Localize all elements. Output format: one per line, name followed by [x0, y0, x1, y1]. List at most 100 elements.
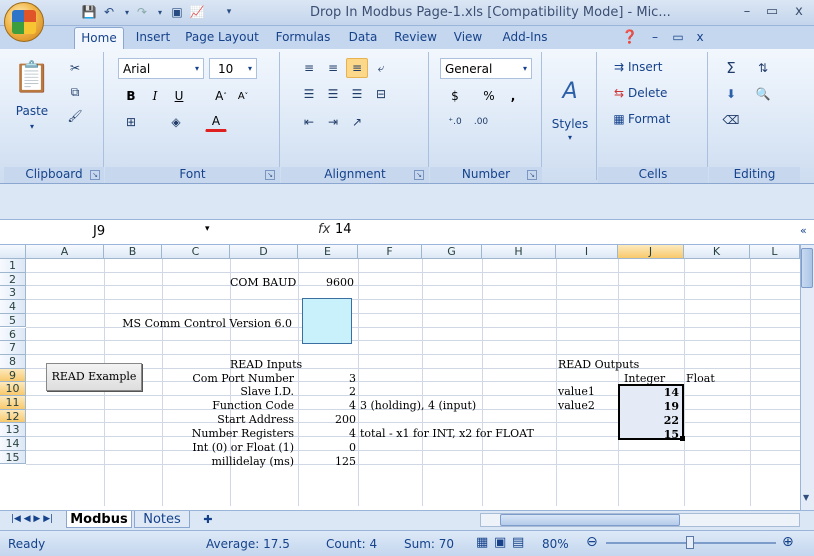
paste-button[interactable]: Paste [10, 102, 54, 120]
styles-icon[interactable]: A [550, 76, 590, 106]
underline-button[interactable]: U [168, 86, 190, 106]
font-name-dropdown-icon[interactable]: ▾ [190, 58, 204, 79]
autosum-icon[interactable]: Σ [720, 58, 742, 78]
cell-e11[interactable]: 200 [298, 413, 358, 426]
tab-data[interactable]: Data [343, 27, 383, 49]
cell-e2[interactable]: 9600 [326, 276, 358, 289]
page-layout-view-icon[interactable]: ▣ [494, 535, 506, 550]
row-header-12[interactable]: 12 [0, 409, 26, 424]
format-painter-icon[interactable]: 🖌 [64, 106, 86, 126]
clear-icon[interactable]: ⌫ [720, 110, 742, 130]
row-header-1[interactable]: 1 [0, 259, 26, 273]
close-icon[interactable]: x [788, 3, 810, 21]
minimize-icon[interactable]: – [736, 3, 758, 21]
column-header-d[interactable]: D [230, 245, 298, 259]
number-launcher-icon[interactable]: ↘ [527, 170, 537, 180]
ribbon-minimize-icon[interactable]: – [645, 27, 665, 49]
paste-dropdown-icon[interactable]: ▾ [10, 120, 54, 132]
clipboard-launcher-icon[interactable]: ↘ [90, 170, 100, 180]
comma-button[interactable]: , [502, 86, 524, 106]
tab-home[interactable]: Home [74, 27, 124, 49]
tab-review[interactable]: Review [388, 27, 443, 49]
column-header-h[interactable]: H [482, 245, 556, 259]
sheet-tab-notes[interactable]: Notes [134, 511, 190, 528]
alignment-launcher-icon[interactable]: ↘ [414, 170, 424, 180]
format-cells-icon[interactable]: ▦ [612, 110, 626, 128]
normal-view-icon[interactable]: ▦ [476, 535, 488, 550]
row-header-3[interactable]: 3 [0, 286, 26, 301]
undo-icon[interactable]: ↶ [100, 4, 118, 20]
cell-d7[interactable]: READ Inputs [230, 358, 302, 371]
cell-e10[interactable]: 4 [298, 399, 358, 412]
customize-qat-icon[interactable]: ▾ [220, 4, 238, 20]
bold-button[interactable]: B [120, 86, 142, 106]
row-header-15[interactable]: 15 [0, 450, 26, 465]
cell-d10[interactable]: Function Code [160, 399, 298, 412]
cell-e8[interactable]: 3 [298, 372, 358, 385]
cell-e9[interactable]: 2 [298, 385, 358, 398]
row-header-6[interactable]: 6 [0, 327, 26, 342]
font-color-icon[interactable]: A [205, 112, 227, 132]
cell-e14[interactable]: 125 [298, 455, 358, 468]
fill-color-icon[interactable]: ◈ [165, 112, 187, 132]
decrease-indent-icon[interactable]: ⇤ [298, 112, 320, 132]
form-icon[interactable]: ▣ [168, 4, 186, 20]
vertical-scroll-thumb[interactable] [801, 248, 813, 288]
name-box[interactable]: J9 [3, 220, 131, 243]
cell-d13[interactable]: Int (0) or Float (1) [130, 441, 298, 454]
cell-c5[interactable]: MS Comm Control Version 6.0 [80, 317, 298, 330]
zoom-slider-thumb[interactable] [686, 536, 694, 549]
column-header-l[interactable]: L [750, 245, 800, 259]
borders-icon[interactable]: ⊞ [120, 112, 142, 132]
scroll-down-icon[interactable]: ▼ [803, 493, 809, 502]
paste-icon[interactable]: 📋 [10, 55, 54, 100]
grow-font-icon[interactable]: A ˄ [210, 86, 232, 106]
row-header-11[interactable]: 11 [0, 396, 26, 410]
redo-icon[interactable]: ↷ [133, 4, 151, 20]
formula-bar-expand-icon[interactable]: « [800, 224, 807, 237]
cell-k8[interactable]: Float [686, 372, 746, 385]
orientation-icon[interactable]: ↗ [346, 112, 368, 132]
page-break-view-icon[interactable]: ▤ [512, 535, 524, 550]
column-header-c[interactable]: C [162, 245, 230, 259]
sheet-nav-icon[interactable]: |◀ ◀ ▶ ▶| [2, 511, 62, 528]
align-middle-icon[interactable]: ≡ [322, 58, 344, 78]
shrink-font-icon[interactable]: A ˅ [232, 86, 254, 106]
column-header-g[interactable]: G [422, 245, 482, 259]
cell-j12[interactable]: 15 [620, 428, 682, 441]
increase-indent-icon[interactable]: ⇥ [322, 112, 344, 132]
row-header-13[interactable]: 13 [0, 423, 26, 438]
insert-cells-icon[interactable]: ⇉ [612, 58, 626, 76]
cell-e13[interactable]: 0 [298, 441, 358, 454]
tab-add-ins[interactable]: Add-Ins [495, 27, 555, 49]
align-bottom-icon[interactable]: ≡ [346, 58, 368, 78]
row-header-4[interactable]: 4 [0, 300, 26, 314]
cell-d14[interactable]: millidelay (ms) [130, 455, 298, 468]
cell-j11[interactable]: 22 [620, 414, 682, 427]
cell-d2[interactable]: COM BAUD [230, 276, 298, 289]
cell-d9[interactable]: Slave I.D. [160, 385, 298, 398]
find-select-icon[interactable]: 🔍 [752, 84, 774, 104]
percent-button[interactable]: % [478, 86, 500, 106]
sort-filter-icon[interactable]: ⇅ [752, 58, 774, 78]
tab-insert[interactable]: Insert [128, 27, 178, 49]
row-header-10[interactable]: 10 [0, 382, 26, 396]
wrap-text-icon[interactable]: ⤶ [370, 58, 392, 78]
column-header-k[interactable]: K [684, 245, 750, 259]
cell-d11[interactable]: Start Address [160, 413, 298, 426]
number-format-dropdown-icon[interactable]: ▾ [518, 58, 532, 79]
cell-d8[interactable]: Com Port Number [160, 372, 298, 385]
delete-cells-button[interactable]: Delete [628, 84, 698, 102]
currency-button[interactable]: $ [444, 86, 466, 106]
save-icon[interactable]: 💾 [80, 4, 98, 20]
row-header-9[interactable]: 9 [0, 368, 26, 383]
zoom-in-icon[interactable]: ⊕ [782, 534, 794, 550]
column-header-e[interactable]: E [298, 245, 358, 259]
ms-comm-control[interactable] [302, 298, 352, 344]
align-right-icon[interactable]: ☰ [346, 84, 368, 104]
row-header-2[interactable]: 2 [0, 272, 26, 287]
restore-icon[interactable]: ▭ [761, 3, 783, 21]
read-example-button[interactable]: READ Example [46, 363, 142, 391]
insert-sheet-icon[interactable]: ✚ [194, 511, 222, 528]
column-header-f[interactable]: F [358, 245, 422, 259]
